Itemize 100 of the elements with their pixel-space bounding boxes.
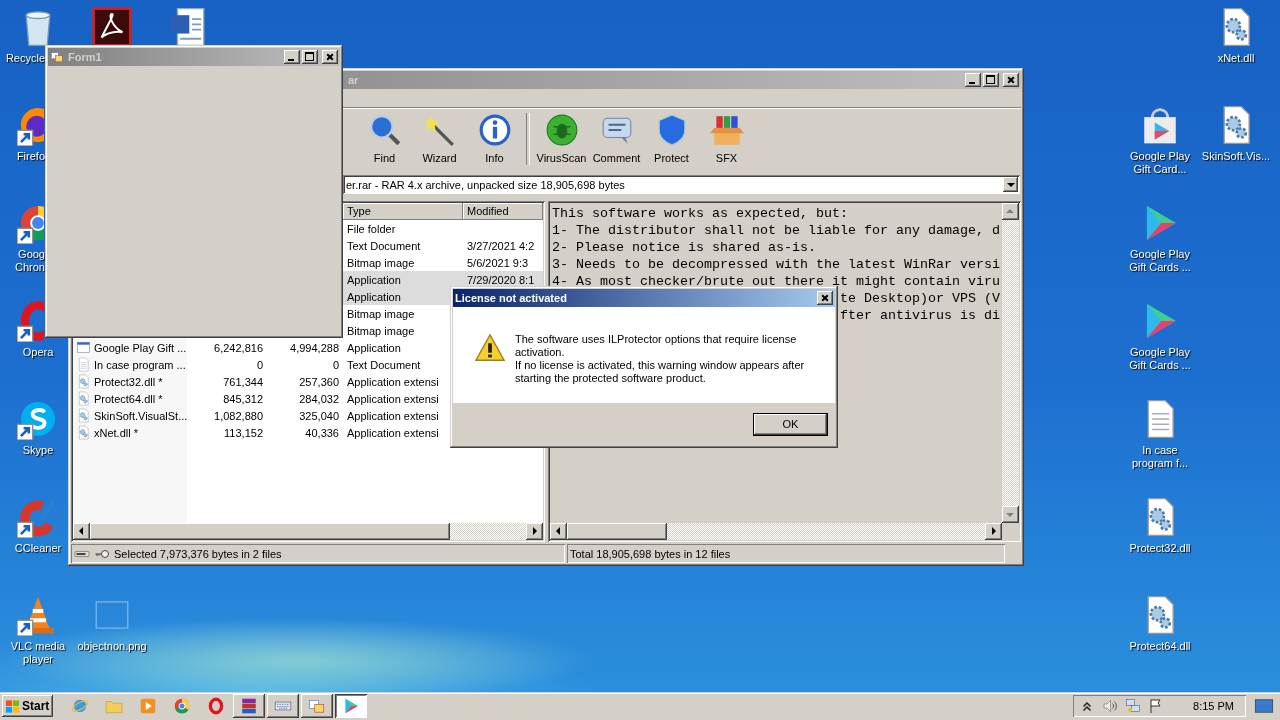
- packed-cell-text: 284,032: [298, 392, 340, 405]
- status-text: Selected 7,973,376 bytes in 2 files: [114, 547, 282, 560]
- bug-icon: [544, 113, 579, 147]
- file-name: In case program ...: [94, 358, 186, 371]
- dropdown-button[interactable]: [1003, 177, 1018, 192]
- comment-line: 4- As most checker/brute out there it might contain viru: [552, 273, 1001, 290]
- info-icon: [477, 113, 512, 147]
- scrollbar-thumb[interactable]: [567, 523, 667, 540]
- start-button[interactable]: Start: [2, 695, 53, 717]
- taskbar-button[interactable]: [233, 694, 265, 718]
- type-cell[interactable]: Bitmap image: [347, 307, 415, 320]
- ring-icon[interactable]: [207, 697, 225, 715]
- search-icon: [367, 113, 402, 147]
- gear-file-icon: [76, 374, 91, 389]
- toolbar-button[interactable]: SFX: [699, 107, 754, 171]
- type-cell[interactable]: Application extensi: [347, 409, 439, 422]
- file-name: Protect32.dll *: [94, 375, 163, 388]
- modified-cell-text: 5/6/2021 9:3: [466, 256, 530, 269]
- warning-icon: [475, 333, 505, 363]
- toolbar-button[interactable]: Find: [357, 107, 412, 171]
- toolbar-button[interactable]: Wizard: [412, 107, 467, 171]
- comment-line: This software works as expected, but:: [552, 205, 849, 222]
- gear-file-icon: [76, 391, 91, 406]
- column-header[interactable]: Modified: [463, 203, 543, 220]
- scroll-up-button[interactable]: [1002, 203, 1019, 220]
- modified-cell-text: 7/29/2020 8:1: [466, 273, 536, 286]
- scroll-right-button[interactable]: [985, 523, 1002, 540]
- type-cell[interactable]: Application extensi: [347, 426, 439, 439]
- icon-label: Google Play Gift Card...: [1129, 150, 1191, 176]
- icon-label: xNet.dll: [1217, 52, 1255, 65]
- packed-cell-text: 257,360: [298, 375, 340, 388]
- type-cell[interactable]: Text Document: [347, 239, 421, 252]
- size-cell-text: 845,312: [222, 392, 264, 405]
- comment-line: te Desktop)or VPS (V: [839, 291, 1000, 306]
- icon-label: Protect32.dll: [1129, 542, 1191, 555]
- windows-logo-icon: [5, 698, 20, 714]
- toolbar-button[interactable]: VirusScan: [534, 107, 589, 171]
- window-icon: [76, 340, 91, 355]
- toolbar-button[interactable]: Protect: [644, 107, 699, 171]
- scroll-left-button[interactable]: [550, 523, 567, 540]
- type-cell[interactable]: File folder: [347, 222, 396, 235]
- scroll-down-button[interactable]: [1002, 506, 1019, 523]
- gear-file-icon: [76, 425, 91, 440]
- file-name: Protect64.dll *: [94, 392, 163, 405]
- icon-label: VLC media player: [9, 640, 67, 666]
- icon-label: Recycle: [4, 52, 45, 65]
- type-cell[interactable]: Application: [347, 273, 401, 286]
- window-title: ar: [348, 74, 359, 86]
- type-cell[interactable]: Application extensi: [347, 392, 439, 405]
- show-desktop-icon[interactable]: [1254, 696, 1274, 716]
- comment-line: 3- Needs to be decompressed with the latest WinRar versi: [552, 256, 1001, 273]
- column-header[interactable]: Type: [343, 203, 463, 220]
- browser-icon[interactable]: [173, 697, 191, 715]
- type-cell[interactable]: Application extensi: [347, 375, 439, 388]
- window-icon: [308, 697, 326, 715]
- packed-cell-text: 4,994,288: [289, 341, 340, 354]
- clock: 8:15 PM: [1193, 700, 1234, 712]
- packed-cell-text: 40,336: [304, 426, 340, 439]
- scrollbar-thumb[interactable]: [90, 523, 450, 540]
- size-cell-text: 6,242,816: [213, 341, 264, 354]
- taskbar-button[interactable]: [301, 694, 333, 718]
- ring-icon[interactable]: [17, 300, 44, 342]
- size-cell-text: 0: [255, 358, 264, 371]
- text-file-icon: [76, 357, 91, 372]
- toolbar-button[interactable]: Info: [467, 107, 522, 171]
- size-cell-text: 113,152: [223, 426, 264, 439]
- comment-line: 1- The distributor shall not be liable for any damage, d: [552, 222, 1001, 239]
- scroll-left-button[interactable]: [73, 523, 90, 540]
- type-cell[interactable]: Application: [347, 341, 401, 354]
- icon-label: Protect64.dll: [1129, 640, 1191, 653]
- dialog-message: The software uses ILProtector options that require license activation.: [515, 333, 798, 359]
- play-icon: [342, 697, 360, 715]
- taskbar-button[interactable]: [335, 694, 367, 718]
- comment-line: fter antivirus is di: [839, 308, 1000, 323]
- file-name: Google Play Gift ...: [94, 341, 187, 354]
- packed-cell-text: 0: [331, 358, 340, 371]
- document-app-icon[interactable]: [91, 6, 133, 48]
- type-cell[interactable]: Text Document: [347, 358, 421, 371]
- icon-label: Google Play Gift Cards ...: [1128, 346, 1192, 372]
- close-button[interactable]: [817, 291, 833, 305]
- status-text: Total 18,905,698 bytes in 12 files: [570, 547, 731, 560]
- size-cell-text: 761,344: [222, 375, 264, 388]
- icon-label: Opera: [22, 346, 54, 359]
- taskbar-button[interactable]: [267, 694, 299, 718]
- toolbar-button[interactable]: Comment: [589, 107, 644, 171]
- type-cell[interactable]: Application: [347, 290, 401, 303]
- archive-icon: [240, 697, 258, 715]
- path-dropdown[interactable]: er.rar - RAR 4.x archive, unpacked size 18,905,698 bytes: [343, 175, 1020, 194]
- icon-label: objectnon.png: [77, 640, 147, 653]
- scroll-right-button[interactable]: [526, 523, 543, 540]
- icon-label: In case program f...: [1130, 444, 1190, 470]
- icon-label: Goog Chron: [14, 248, 45, 274]
- size-cell-text: 1,082,880: [213, 409, 264, 422]
- type-cell[interactable]: Bitmap image: [347, 324, 415, 337]
- ok-button[interactable]: OK: [753, 412, 828, 436]
- type-cell[interactable]: Bitmap image: [347, 256, 415, 269]
- modified-cell-text: 3/27/2021 4:2: [466, 239, 536, 252]
- dialog-title: License not activated: [455, 292, 567, 304]
- dialog-message: If no license is activated, this warning window appears after starting the protected software product.: [515, 359, 806, 385]
- speaker-icon[interactable]: [1102, 698, 1119, 714]
